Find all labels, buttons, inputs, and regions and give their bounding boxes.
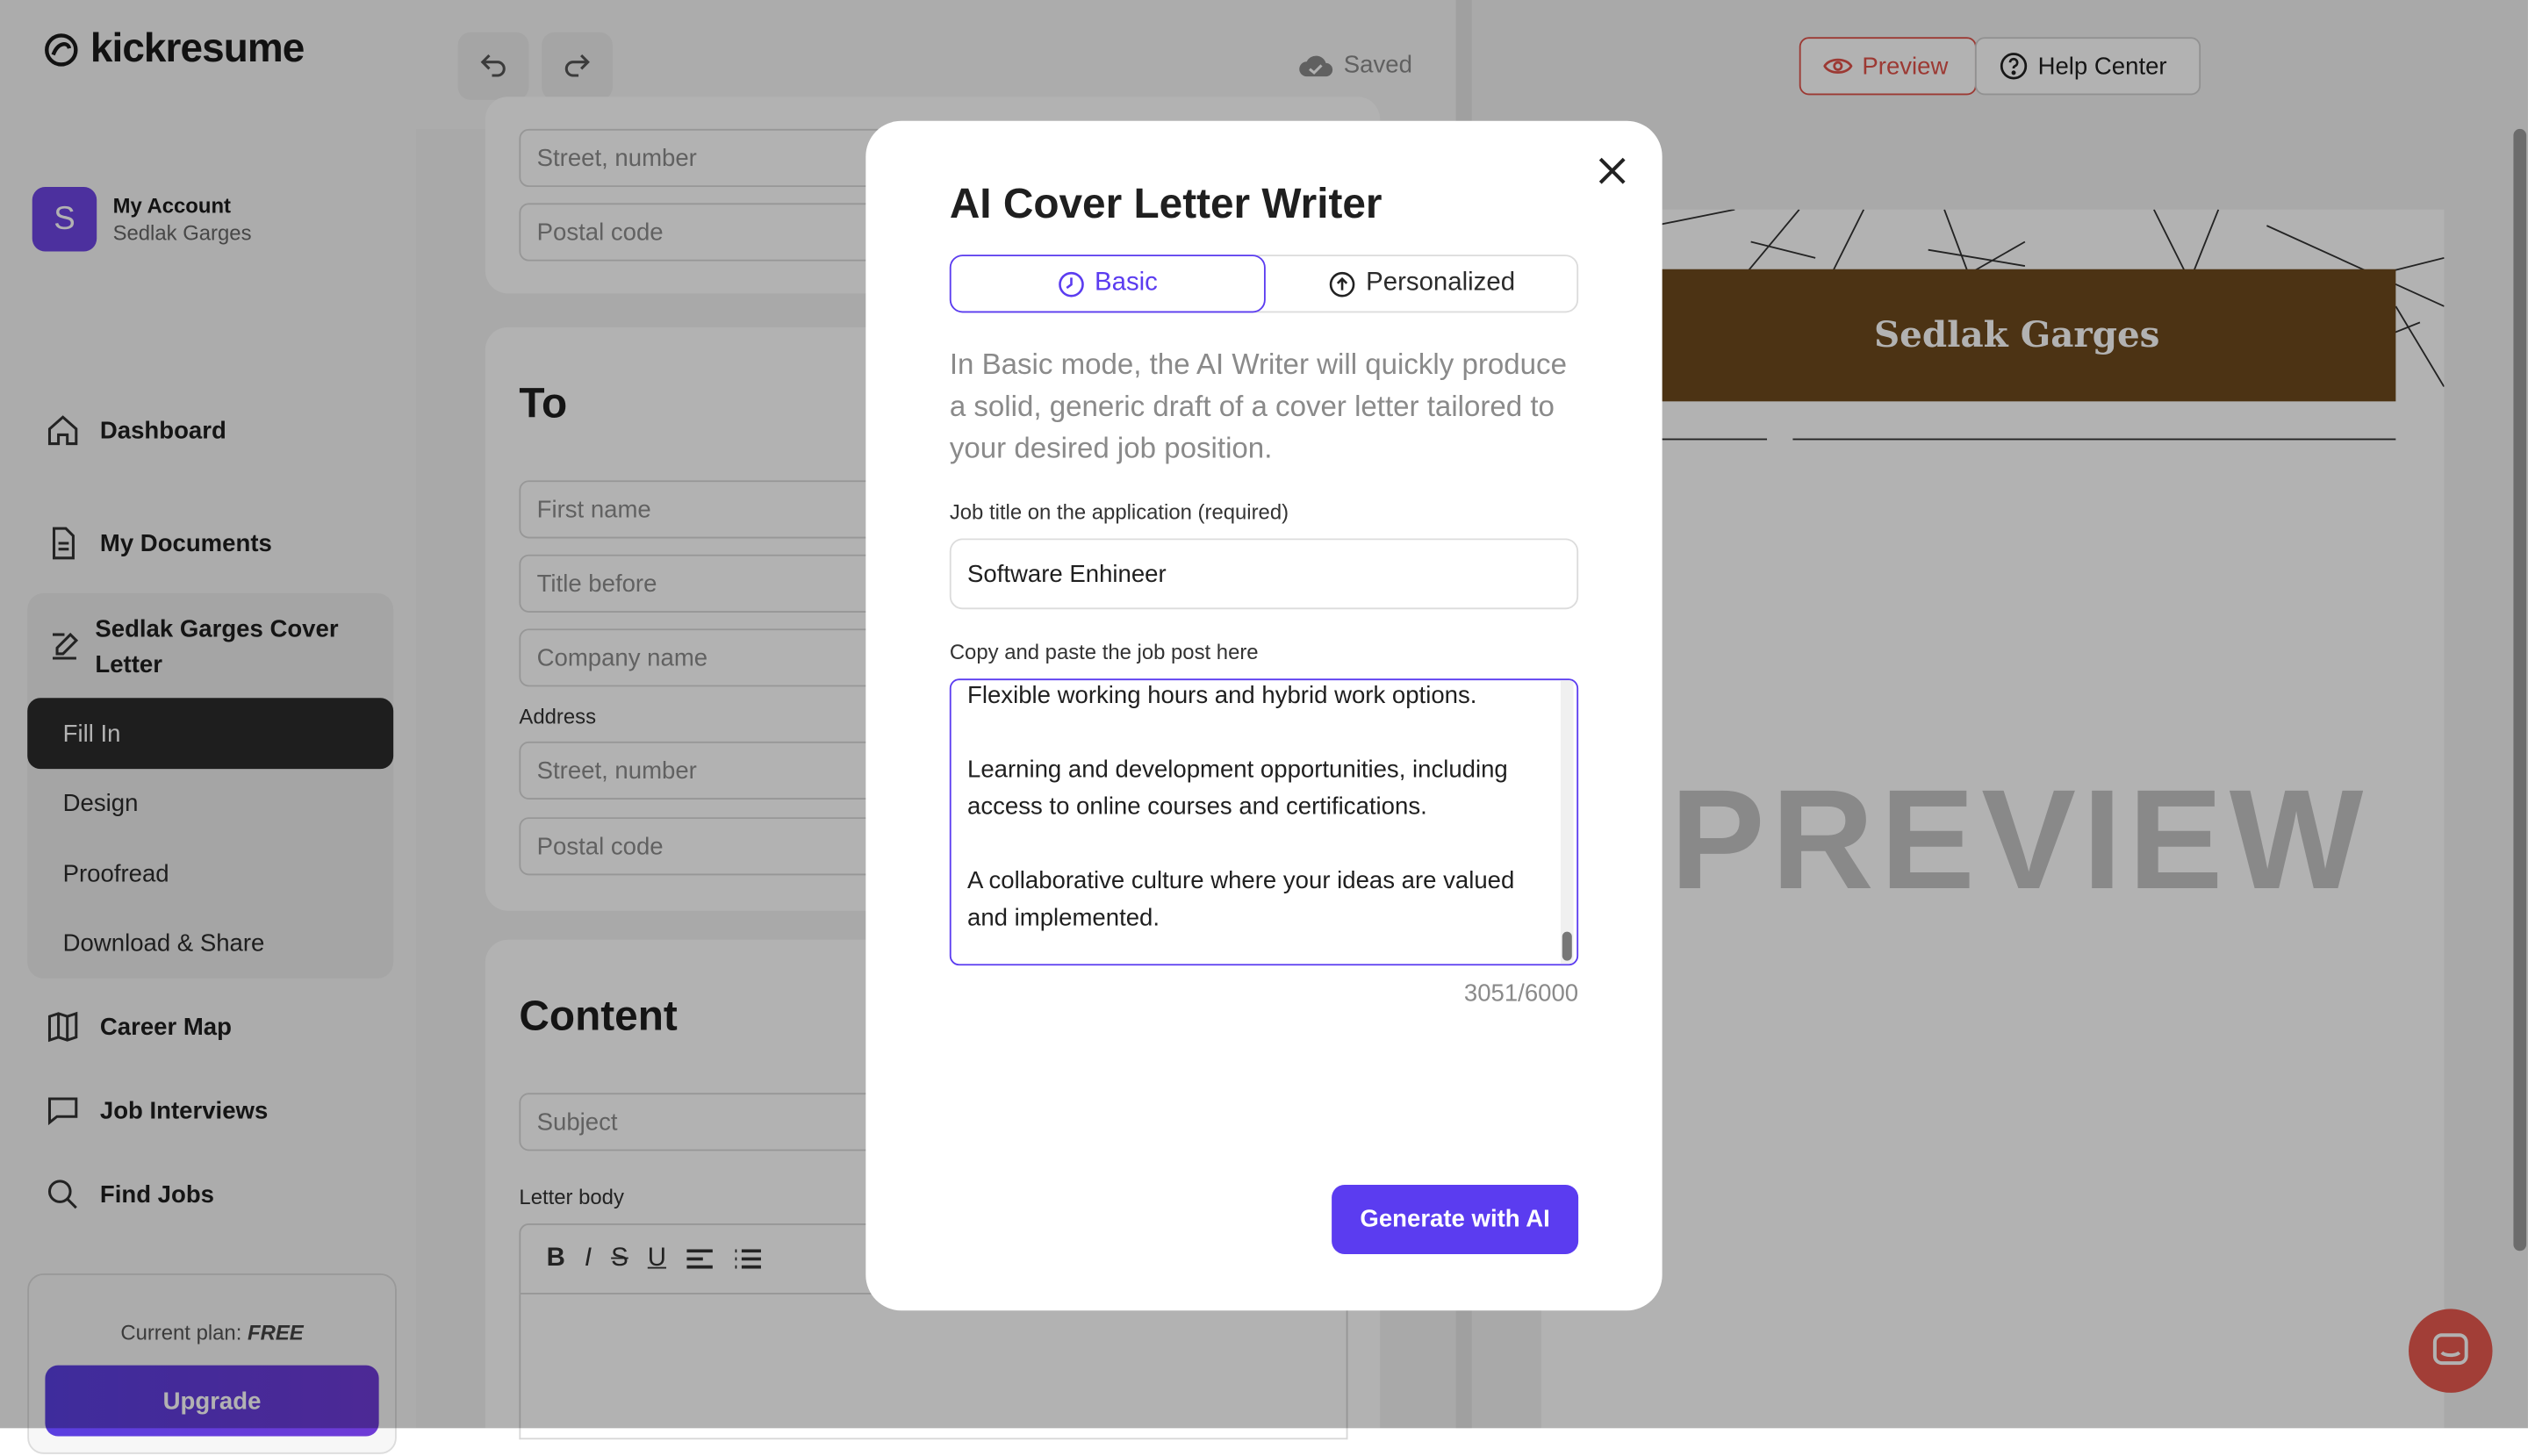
upload-circle-icon (1330, 270, 1355, 297)
generate-with-ai-button[interactable]: Generate with AI (1332, 1184, 1579, 1254)
tab-personalized[interactable]: Personalized (1266, 256, 1578, 311)
close-icon[interactable] (1594, 153, 1629, 188)
tab-personalized-label: Personalized (1366, 269, 1516, 297)
ai-cover-letter-modal: AI Cover Letter Writer Basic Personalize… (865, 120, 1663, 1311)
job-post-text: Flexible working hours and hybrid work o… (967, 681, 1515, 932)
modal-title: AI Cover Letter Writer (949, 178, 1382, 227)
job-post-textarea[interactable]: Flexible working hours and hybrid work o… (949, 678, 1579, 966)
textarea-scrollbar[interactable] (1560, 680, 1574, 965)
job-title-input[interactable]: Software Enhineer (949, 538, 1579, 610)
clock-icon (1059, 270, 1084, 297)
mode-description: In Basic mode, the AI Writer will quickl… (949, 348, 1567, 464)
character-counter: 3051/6000 (1463, 979, 1579, 1008)
mode-toggle: Basic Personalized (949, 255, 1579, 313)
job-post-label: Copy and paste the job post here (949, 640, 1259, 664)
app-root: kickresume S My Account Sedlak Garges Da… (0, 0, 2528, 1456)
tab-basic[interactable]: Basic (949, 255, 1266, 313)
job-title-label: Job title on the application (required) (949, 499, 1289, 524)
textarea-scroll-thumb[interactable] (1562, 931, 1572, 961)
tab-basic-label: Basic (1095, 269, 1158, 297)
